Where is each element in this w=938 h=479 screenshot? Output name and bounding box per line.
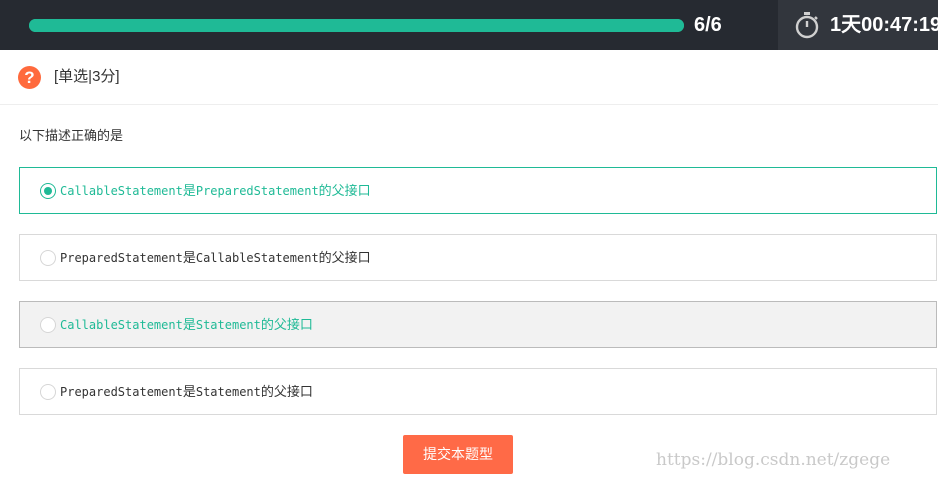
timer-text: 1天00:47:19 — [830, 14, 938, 36]
top-bar: 6/6 1天00:47:19 — [0, 0, 938, 50]
submit-button[interactable]: 提交本题型 — [403, 435, 513, 474]
option-c[interactable]: CallableStatement是Statement的父接口 — [19, 301, 937, 348]
option-label: PreparedStatement是Statement的父接口 — [60, 384, 313, 399]
radio-button[interactable] — [40, 250, 56, 266]
option-label: PreparedStatement是CallableStatement的父接口 — [60, 250, 371, 265]
option-d[interactable]: PreparedStatement是Statement的父接口 — [19, 368, 937, 415]
radio-button[interactable] — [40, 317, 56, 333]
progress-bar-fill — [29, 19, 684, 32]
question-type: [单选|3分] — [54, 68, 120, 85]
timer: 1天00:47:19 — [778, 0, 938, 50]
option-b[interactable]: PreparedStatement是CallableStatement的父接口 — [19, 234, 937, 281]
watermark: https://blog.csdn.net/zgege — [656, 450, 891, 470]
question-icon: ? — [18, 66, 41, 89]
option-a[interactable]: CallableStatement是PreparedStatement的父接口 — [19, 167, 937, 214]
progress-count: 6/6 — [694, 14, 722, 36]
option-label: CallableStatement是Statement的父接口 — [60, 317, 313, 332]
radio-button[interactable] — [40, 384, 56, 400]
stopwatch-icon — [795, 12, 819, 39]
option-label: CallableStatement是PreparedStatement的父接口 — [60, 183, 371, 198]
progress-bar — [29, 19, 684, 32]
radio-button[interactable] — [40, 183, 56, 199]
question-header: ? [单选|3分] — [0, 50, 938, 105]
question-stem: 以下描述正确的是 — [19, 128, 124, 143]
